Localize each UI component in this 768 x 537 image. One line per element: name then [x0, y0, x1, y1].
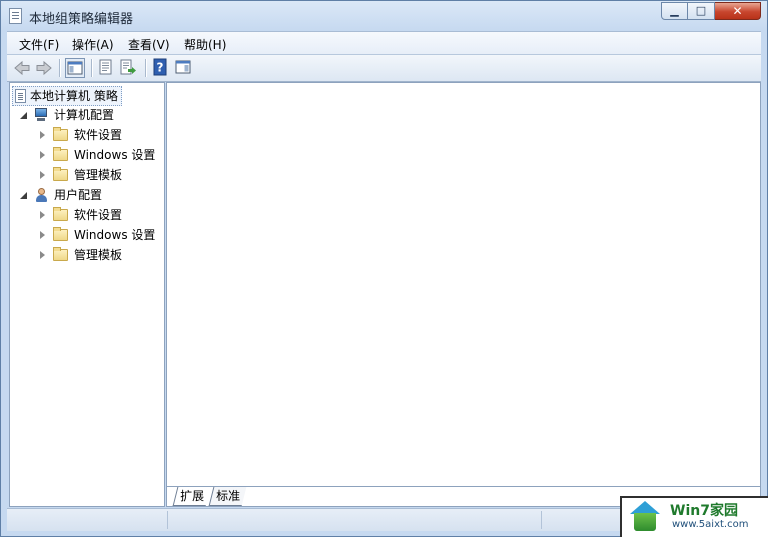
expand-closed-icon[interactable]: [40, 151, 45, 159]
status-divider: [541, 511, 542, 529]
tree-node-software-settings[interactable]: 软件设置: [38, 126, 164, 144]
expand-closed-icon[interactable]: [40, 211, 45, 219]
toolbar-separator: [91, 59, 92, 77]
tree-node-label: 软件设置: [74, 128, 123, 142]
tree-node-label: 计算机配置: [54, 108, 115, 122]
help-icon: ?: [153, 58, 167, 76]
tab-standard[interactable]: 标准: [208, 487, 247, 506]
toolbar-separator: [59, 59, 60, 77]
house-logo-icon: [630, 501, 660, 533]
title-bar[interactable]: 本地组策略编辑器 ▁ □ ✕: [1, 1, 767, 31]
back-arrow-icon: [14, 60, 30, 76]
folder-icon: [53, 247, 68, 261]
tree-node-admin-templates[interactable]: 管理模板: [38, 166, 164, 184]
tab-label: 标准: [216, 489, 241, 503]
expand-closed-icon[interactable]: [40, 231, 45, 239]
window-title: 本地组策略编辑器: [29, 12, 134, 27]
status-divider: [167, 511, 168, 529]
help-button[interactable]: ?: [151, 58, 171, 78]
menu-view[interactable]: 查看(V): [128, 36, 170, 53]
forward-button[interactable]: [34, 58, 54, 78]
tree-node-label: Windows 设置: [74, 228, 156, 242]
tree-node-windows-settings[interactable]: Windows 设置: [38, 146, 164, 164]
expand-open-icon[interactable]: [20, 112, 27, 119]
expand-closed-icon[interactable]: [40, 251, 45, 259]
menu-action[interactable]: 操作(A): [72, 36, 114, 53]
policy-document-icon: [9, 8, 22, 24]
export-list-icon: [120, 59, 136, 75]
tree-root-node[interactable]: 本地计算机 策略: [12, 86, 122, 106]
watermark-logo: Win7家园 www.5aixt.com: [620, 496, 768, 537]
tree-node-software-settings[interactable]: 软件设置: [38, 206, 164, 224]
back-button[interactable]: [12, 58, 32, 78]
action-pane-icon: [175, 60, 191, 74]
maximize-button[interactable]: □: [688, 2, 715, 20]
expand-open-icon[interactable]: [20, 192, 27, 199]
minimize-button[interactable]: ▁: [661, 2, 688, 20]
tree-node-label: 软件设置: [74, 208, 123, 222]
toolbar-separator: [145, 59, 146, 77]
app-window: 本地组策略编辑器 ▁ □ ✕ 文件(F) 操作(A) 查看(V) 帮助(H) ?…: [0, 0, 768, 537]
folder-icon: [53, 207, 68, 221]
folder-icon: [53, 167, 68, 181]
properties-icon: [99, 59, 112, 75]
tree-node-admin-templates[interactable]: 管理模板: [38, 246, 164, 264]
show-hide-tree-button[interactable]: [65, 58, 85, 78]
policy-document-icon: [15, 89, 26, 103]
properties-button[interactable]: [96, 58, 116, 78]
export-list-button[interactable]: [119, 58, 139, 78]
svg-text:?: ?: [157, 61, 164, 75]
watermark-url: www.5aixt.com: [672, 519, 749, 530]
menu-bar: 文件(F) 操作(A) 查看(V) 帮助(H): [7, 31, 761, 54]
tree-node-windows-settings[interactable]: Windows 设置: [38, 226, 164, 244]
tree-node-label: 管理模板: [74, 168, 123, 182]
tree-node-computer-config[interactable]: 计算机配置: [18, 106, 158, 124]
close-button[interactable]: ✕: [715, 2, 761, 20]
tree-node-user-config[interactable]: 用户配置: [18, 186, 158, 204]
action-pane-button[interactable]: [174, 58, 194, 78]
expand-closed-icon[interactable]: [40, 171, 45, 179]
user-icon: [33, 187, 49, 203]
tab-extended[interactable]: 扩展: [172, 487, 211, 506]
menu-file[interactable]: 文件(F): [19, 36, 59, 53]
toolbar: ?: [7, 54, 761, 82]
caption-buttons: ▁ □ ✕: [661, 2, 761, 21]
computer-icon: [33, 108, 49, 122]
close-icon: ✕: [732, 4, 743, 18]
folder-icon: [53, 147, 68, 161]
navigation-tree[interactable]: 本地计算机 策略 计算机配置 软件设置 Windows 设置 管理模板 用户配置: [9, 82, 165, 507]
tree-root-label: 本地计算机 策略: [30, 89, 118, 103]
folder-icon: [53, 227, 68, 241]
tree-node-label: 用户配置: [54, 188, 103, 202]
tree-node-label: Windows 设置: [74, 148, 156, 162]
show-hide-tree-icon: [67, 61, 83, 75]
forward-arrow-icon: [36, 60, 52, 76]
expand-closed-icon[interactable]: [40, 131, 45, 139]
details-pane[interactable]: [166, 82, 761, 487]
menu-help[interactable]: 帮助(H): [184, 36, 226, 53]
folder-icon: [53, 127, 68, 141]
minimize-icon: ▁: [670, 4, 679, 17]
tab-label: 扩展: [180, 489, 205, 503]
tree-node-label: 管理模板: [74, 248, 123, 262]
watermark-title: Win7家园: [670, 503, 738, 519]
maximize-icon: □: [695, 4, 707, 17]
